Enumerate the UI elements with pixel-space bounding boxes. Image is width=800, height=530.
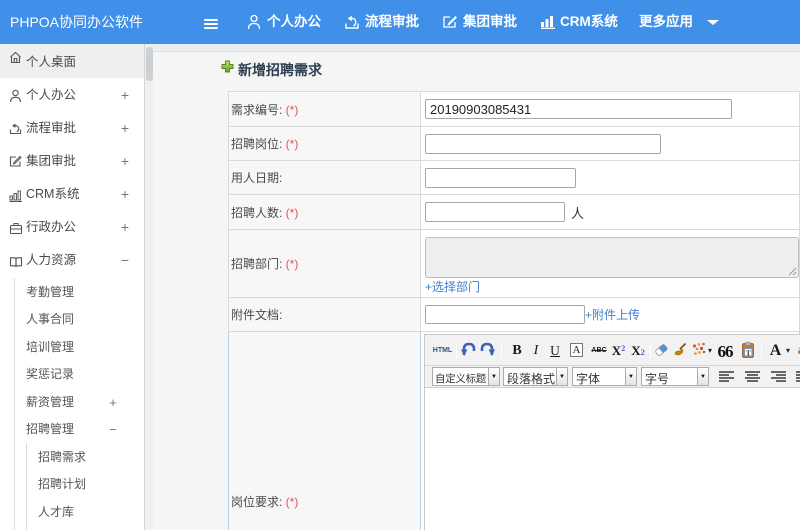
svg-text:T: T (746, 348, 751, 357)
